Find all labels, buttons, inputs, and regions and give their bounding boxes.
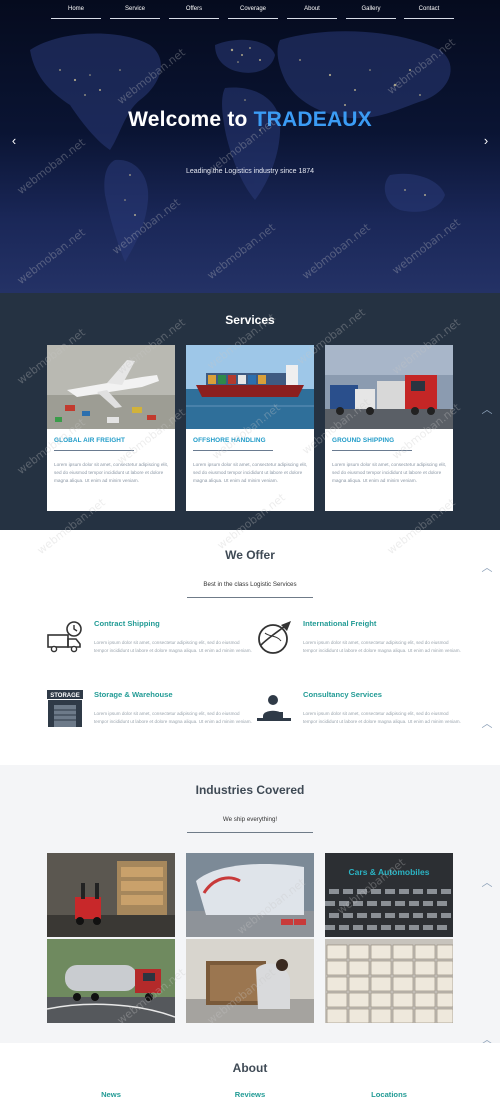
offer-item-title: Contract Shipping (94, 619, 160, 628)
service-text: Lorem ipsum dolor sit amet, consectetur … (193, 462, 308, 484)
service-title: GLOBAL AIR FREIGHT (54, 437, 126, 444)
scroll-up-icon[interactable]: ︿ (479, 562, 495, 574)
service-text: Lorem ipsum dolor sit amet, consectetur … (54, 462, 169, 484)
offer-item-text: Lorem ipsum dolor sit amet, consectetur … (303, 711, 461, 725)
industries-title: Industries Covered (195, 783, 305, 797)
about-link-locations[interactable]: Locations (349, 1090, 429, 1099)
offer-item-title: Storage & Warehouse (94, 690, 173, 699)
industry-tile-tanker-trailer[interactable] (186, 853, 314, 937)
offer-subtitle: Best in the class Logistic Services (187, 581, 313, 598)
about-link-news[interactable]: News (71, 1090, 151, 1099)
nav-offers[interactable]: Offers (169, 4, 219, 19)
service-divider (54, 450, 134, 451)
scroll-up-icon[interactable]: ︿ (479, 718, 495, 730)
services-section: Services GLOBAL AIR FREIGHT Lorem ipsum … (0, 293, 500, 530)
service-text: Lorem ipsum dolor sit amet, consectetur … (332, 462, 447, 484)
industry-tile-fuel-tanker[interactable] (47, 939, 175, 1023)
offer-item-text: Lorem ipsum dolor sit amet, consectetur … (303, 640, 461, 654)
consultant-icon (257, 695, 291, 721)
service-divider (332, 450, 412, 451)
about-link-reviews[interactable]: Reviews (210, 1090, 290, 1099)
offer-contract-shipping[interactable]: Contract Shipping Lorem ipsum dolor sit … (46, 619, 252, 679)
about-title: About (232, 1061, 268, 1075)
nav-about[interactable]: About (287, 4, 337, 19)
offer-international-freight[interactable]: International Freight Lorem ipsum dolor … (255, 619, 461, 679)
nav-service[interactable]: Service (110, 4, 160, 19)
nav-coverage[interactable]: Coverage (228, 4, 278, 19)
service-image-cargo-ship (186, 345, 314, 429)
truck-clock-icon (47, 621, 82, 653)
main-nav: Home Service Offers Coverage About Galle… (0, 0, 500, 22)
scroll-up-icon[interactable]: ︿ (479, 877, 495, 889)
offer-item-text: Lorem ipsum dolor sit amet, consectetur … (94, 640, 252, 654)
nav-home[interactable]: Home (51, 4, 101, 19)
industries-subtitle: We ship everything! (187, 816, 313, 833)
industry-tile-warehouse-forklift[interactable] (47, 853, 175, 937)
slider-next-arrow-icon[interactable]: › (479, 132, 493, 150)
offer-storage-warehouse[interactable]: STORAGE Storage & Warehouse Lorem ipsum … (46, 690, 252, 750)
nav-gallery[interactable]: Gallery (346, 4, 396, 19)
offer-section: We Offer Best in the class Logistic Serv… (0, 530, 500, 765)
industry-tile-cars-automobiles[interactable]: Cars & Automobiles (325, 853, 453, 937)
hero-title: Welcome to TRADEAUX (0, 108, 500, 132)
hero-slider: Home Service Offers Coverage About Galle… (0, 0, 500, 293)
service-image-airplane (47, 345, 175, 429)
offer-title: We Offer (225, 548, 275, 562)
service-divider (193, 450, 273, 451)
warehouse-icon-label: STORAGE (50, 693, 80, 699)
nav-contact[interactable]: Contact (404, 4, 454, 19)
about-section: About News Reviews Locations (0, 1043, 500, 1100)
slider-prev-arrow-icon[interactable]: ‹ (7, 132, 21, 150)
offer-item-title: International Freight (303, 619, 377, 628)
industries-section: Industries Covered We ship everything! C… (0, 765, 500, 1046)
hero-subtitle: Leading the Logistics industry since 187… (185, 168, 315, 175)
scroll-up-icon[interactable]: ︿ (479, 404, 495, 416)
globe-plane-icon (258, 621, 291, 654)
industry-tile-boxes[interactable] (325, 939, 453, 1023)
world-map-background (30, 31, 451, 262)
service-image-trucks (325, 345, 453, 429)
services-title: Services (225, 313, 275, 327)
warehouse-icon: STORAGE (47, 690, 83, 727)
offer-item-title: Consultancy Services (303, 690, 382, 699)
service-title: GROUND SHIPPING (332, 437, 395, 444)
hero-title-prefix: Welcome to (128, 108, 254, 131)
hero-title-brand: TRADEAUX (253, 108, 372, 131)
service-title: OFFSHORE HANDLING (193, 437, 266, 444)
offer-item-text: Lorem ipsum dolor sit amet, consectetur … (94, 711, 252, 725)
industry-tile-label: Cars & Automobiles (348, 867, 430, 877)
offer-consultancy[interactable]: Consultancy Services Lorem ipsum dolor s… (255, 690, 461, 750)
service-card-ground[interactable]: GROUND SHIPPING Lorem ipsum dolor sit am… (325, 345, 453, 511)
service-card-offshore[interactable]: OFFSHORE HANDLING Lorem ipsum dolor sit … (186, 345, 314, 511)
industry-tile-packing[interactable] (186, 939, 314, 1023)
service-card-air-freight[interactable]: GLOBAL AIR FREIGHT Lorem ipsum dolor sit… (47, 345, 175, 511)
